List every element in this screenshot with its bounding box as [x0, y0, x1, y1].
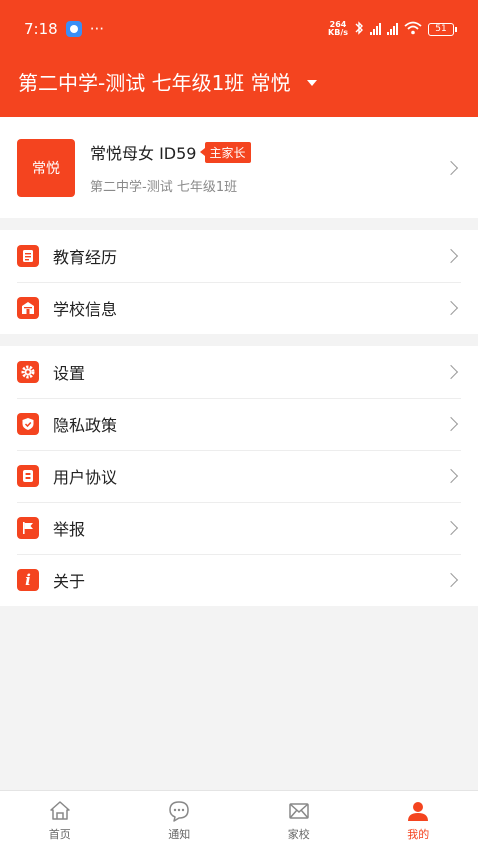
chevron-right-icon [443, 364, 459, 380]
menu-item-label: 隐私政策 [53, 416, 118, 435]
tab-home-school[interactable]: 家校 [239, 791, 359, 850]
menu-item-school-info[interactable]: 学校信息 [0, 282, 478, 334]
user-icon [408, 802, 429, 821]
menu-item-label: 举报 [53, 520, 86, 539]
tab-label: 通知 [168, 828, 191, 841]
menu-item-report[interactable]: 举报 [0, 502, 478, 554]
bottom-tab-bar: 首页 通知 家校 我的 [0, 790, 478, 850]
network-speed-unit: KB/s [328, 28, 348, 37]
gear-icon [17, 361, 39, 383]
class-title: 第二中学-测试 七年级1班 常悦 [18, 70, 291, 95]
tab-label: 我的 [407, 828, 430, 841]
dropdown-caret-icon [306, 79, 317, 86]
chevron-right-icon [443, 416, 459, 432]
chevron-right-icon [443, 160, 459, 175]
menu-item-user-agreement[interactable]: 用户协议 [0, 450, 478, 502]
role-badge: 主家长 [199, 141, 251, 163]
signal-icon [370, 23, 381, 35]
menu-item-education[interactable]: 教育经历 [0, 230, 478, 282]
tab-notifications[interactable]: 通知 [120, 791, 240, 850]
menu-item-label: 教育经历 [53, 248, 118, 267]
menu-group-profile: 教育经历 学校信息 [0, 230, 478, 334]
menu-item-about[interactable]: i 关于 [0, 554, 478, 606]
school-icon [17, 297, 39, 319]
chevron-right-icon [443, 520, 459, 536]
battery-icon: 51 [428, 22, 457, 36]
chevron-right-icon [443, 248, 459, 264]
menu-item-settings[interactable]: 设置 [0, 346, 478, 398]
status-bar: 7:18 ··· 264 KB/s 51 [0, 0, 478, 58]
document-icon [17, 245, 39, 267]
wifi-icon [404, 21, 422, 38]
menu-item-label: 学校信息 [53, 300, 118, 319]
app-header: 7:18 ··· 264 KB/s 51 第二中学-测试 七年级1班 常悦 [0, 0, 478, 117]
menu-item-privacy-policy[interactable]: 隐私政策 [0, 398, 478, 450]
network-speed: 264 KB/s [328, 21, 348, 37]
flag-icon [17, 517, 39, 539]
tab-mine[interactable]: 我的 [359, 791, 478, 850]
profile-name: 常悦母女 ID59 [90, 144, 197, 163]
bluetooth-icon [354, 20, 364, 38]
menu-group-settings: 设置 隐私政策 用户协议 举报 i 关于 [0, 346, 478, 606]
tab-label: 家校 [287, 828, 310, 841]
home-icon [50, 801, 70, 820]
menu-item-label: 设置 [53, 364, 86, 383]
signal-icon-2 [387, 23, 398, 35]
status-time: 7:18 [24, 20, 58, 38]
class-switcher[interactable]: 第二中学-测试 七年级1班 常悦 [18, 66, 317, 96]
chevron-right-icon [443, 300, 459, 316]
envelope-icon [289, 803, 309, 819]
avatar: 常悦 [17, 138, 75, 197]
chevron-right-icon [443, 468, 459, 484]
tab-home[interactable]: 首页 [0, 791, 120, 850]
menu-item-label: 用户协议 [53, 468, 118, 487]
status-more: ··· [89, 20, 104, 38]
chevron-right-icon [443, 572, 459, 588]
profile-card[interactable]: 常悦 常悦母女 ID59 主家长 第二中学-测试 七年级1班 [0, 117, 478, 218]
chat-icon [169, 801, 189, 822]
app-notification-icon [65, 21, 82, 37]
shield-icon [17, 413, 39, 435]
agreement-icon [17, 465, 39, 487]
menu-item-label: 关于 [53, 572, 86, 591]
tab-label: 首页 [48, 828, 71, 841]
info-icon: i [17, 569, 39, 591]
profile-subtitle: 第二中学-测试 七年级1班 [90, 180, 238, 195]
